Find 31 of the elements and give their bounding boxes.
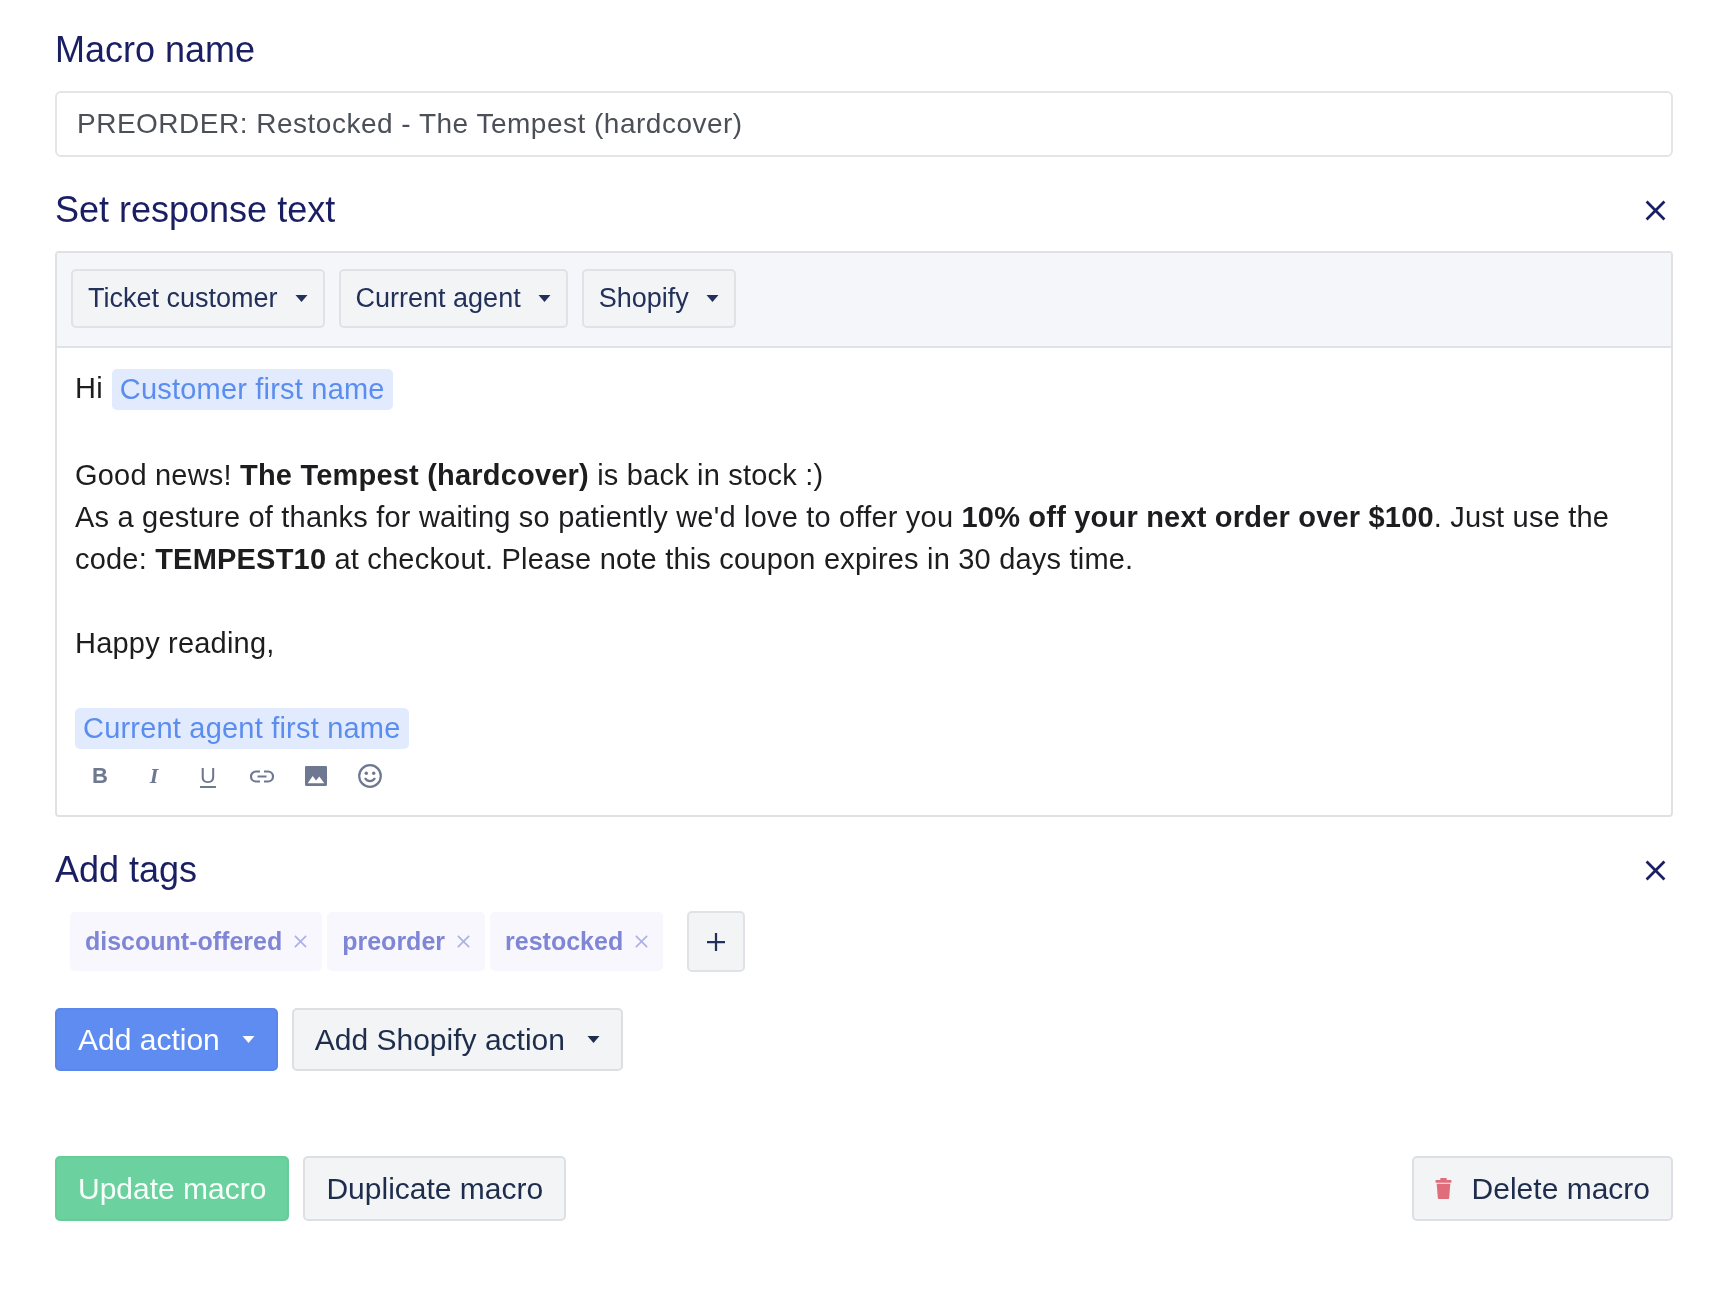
section-heading: Add tags bbox=[55, 850, 198, 890]
underline-button[interactable]: U bbox=[196, 761, 220, 791]
caret-icon bbox=[537, 295, 551, 302]
image-icon[interactable] bbox=[305, 766, 327, 786]
body-text: As a gesture of thanks for waiting so patiently we'd love to offer you 10% off your next order over $100. Just use the code: TEMPEST10 at checkout. Please note this coupon expires in 30 days time. bbox=[75, 501, 1610, 575]
action-button[interactable]: Add Shopify action bbox=[291, 1008, 623, 1071]
italic-button[interactable]: I bbox=[142, 761, 166, 791]
tag-label: restocked bbox=[505, 927, 624, 956]
bold-button[interactable]: B bbox=[88, 761, 112, 791]
text-editor[interactable] bbox=[55, 251, 1673, 817]
tag-label: discount-offered bbox=[85, 927, 283, 956]
link-icon[interactable] bbox=[250, 769, 274, 783]
plus-icon bbox=[707, 932, 726, 951]
delete-button[interactable]: Delete macro bbox=[1411, 1156, 1673, 1221]
tag-label: preorder bbox=[342, 927, 446, 956]
trash-icon bbox=[1434, 1178, 1452, 1199]
menu-button[interactable]: Current agent bbox=[338, 269, 568, 328]
section-heading: Macro name bbox=[55, 30, 256, 70]
menu-button[interactable]: Ticket customer bbox=[71, 269, 325, 328]
close-icon[interactable] bbox=[1645, 199, 1666, 221]
body-text: Hi bbox=[75, 372, 103, 404]
caret-icon bbox=[705, 295, 719, 302]
emoji-icon[interactable] bbox=[358, 764, 382, 788]
menu-button[interactable]: Shopify bbox=[581, 269, 736, 328]
body-text: Happy reading, bbox=[75, 627, 275, 659]
section-heading: Set response text bbox=[55, 190, 336, 230]
action-button[interactable]: Duplicate macro bbox=[303, 1156, 567, 1221]
text-input[interactable]: PREORDER: Restocked - The Tempest (hardcover) bbox=[55, 91, 1673, 157]
body-text: Good news! The Tempest (hardcover) is back in stock :) bbox=[75, 459, 824, 491]
caret-icon bbox=[294, 295, 308, 302]
close-icon[interactable] bbox=[1645, 859, 1666, 881]
